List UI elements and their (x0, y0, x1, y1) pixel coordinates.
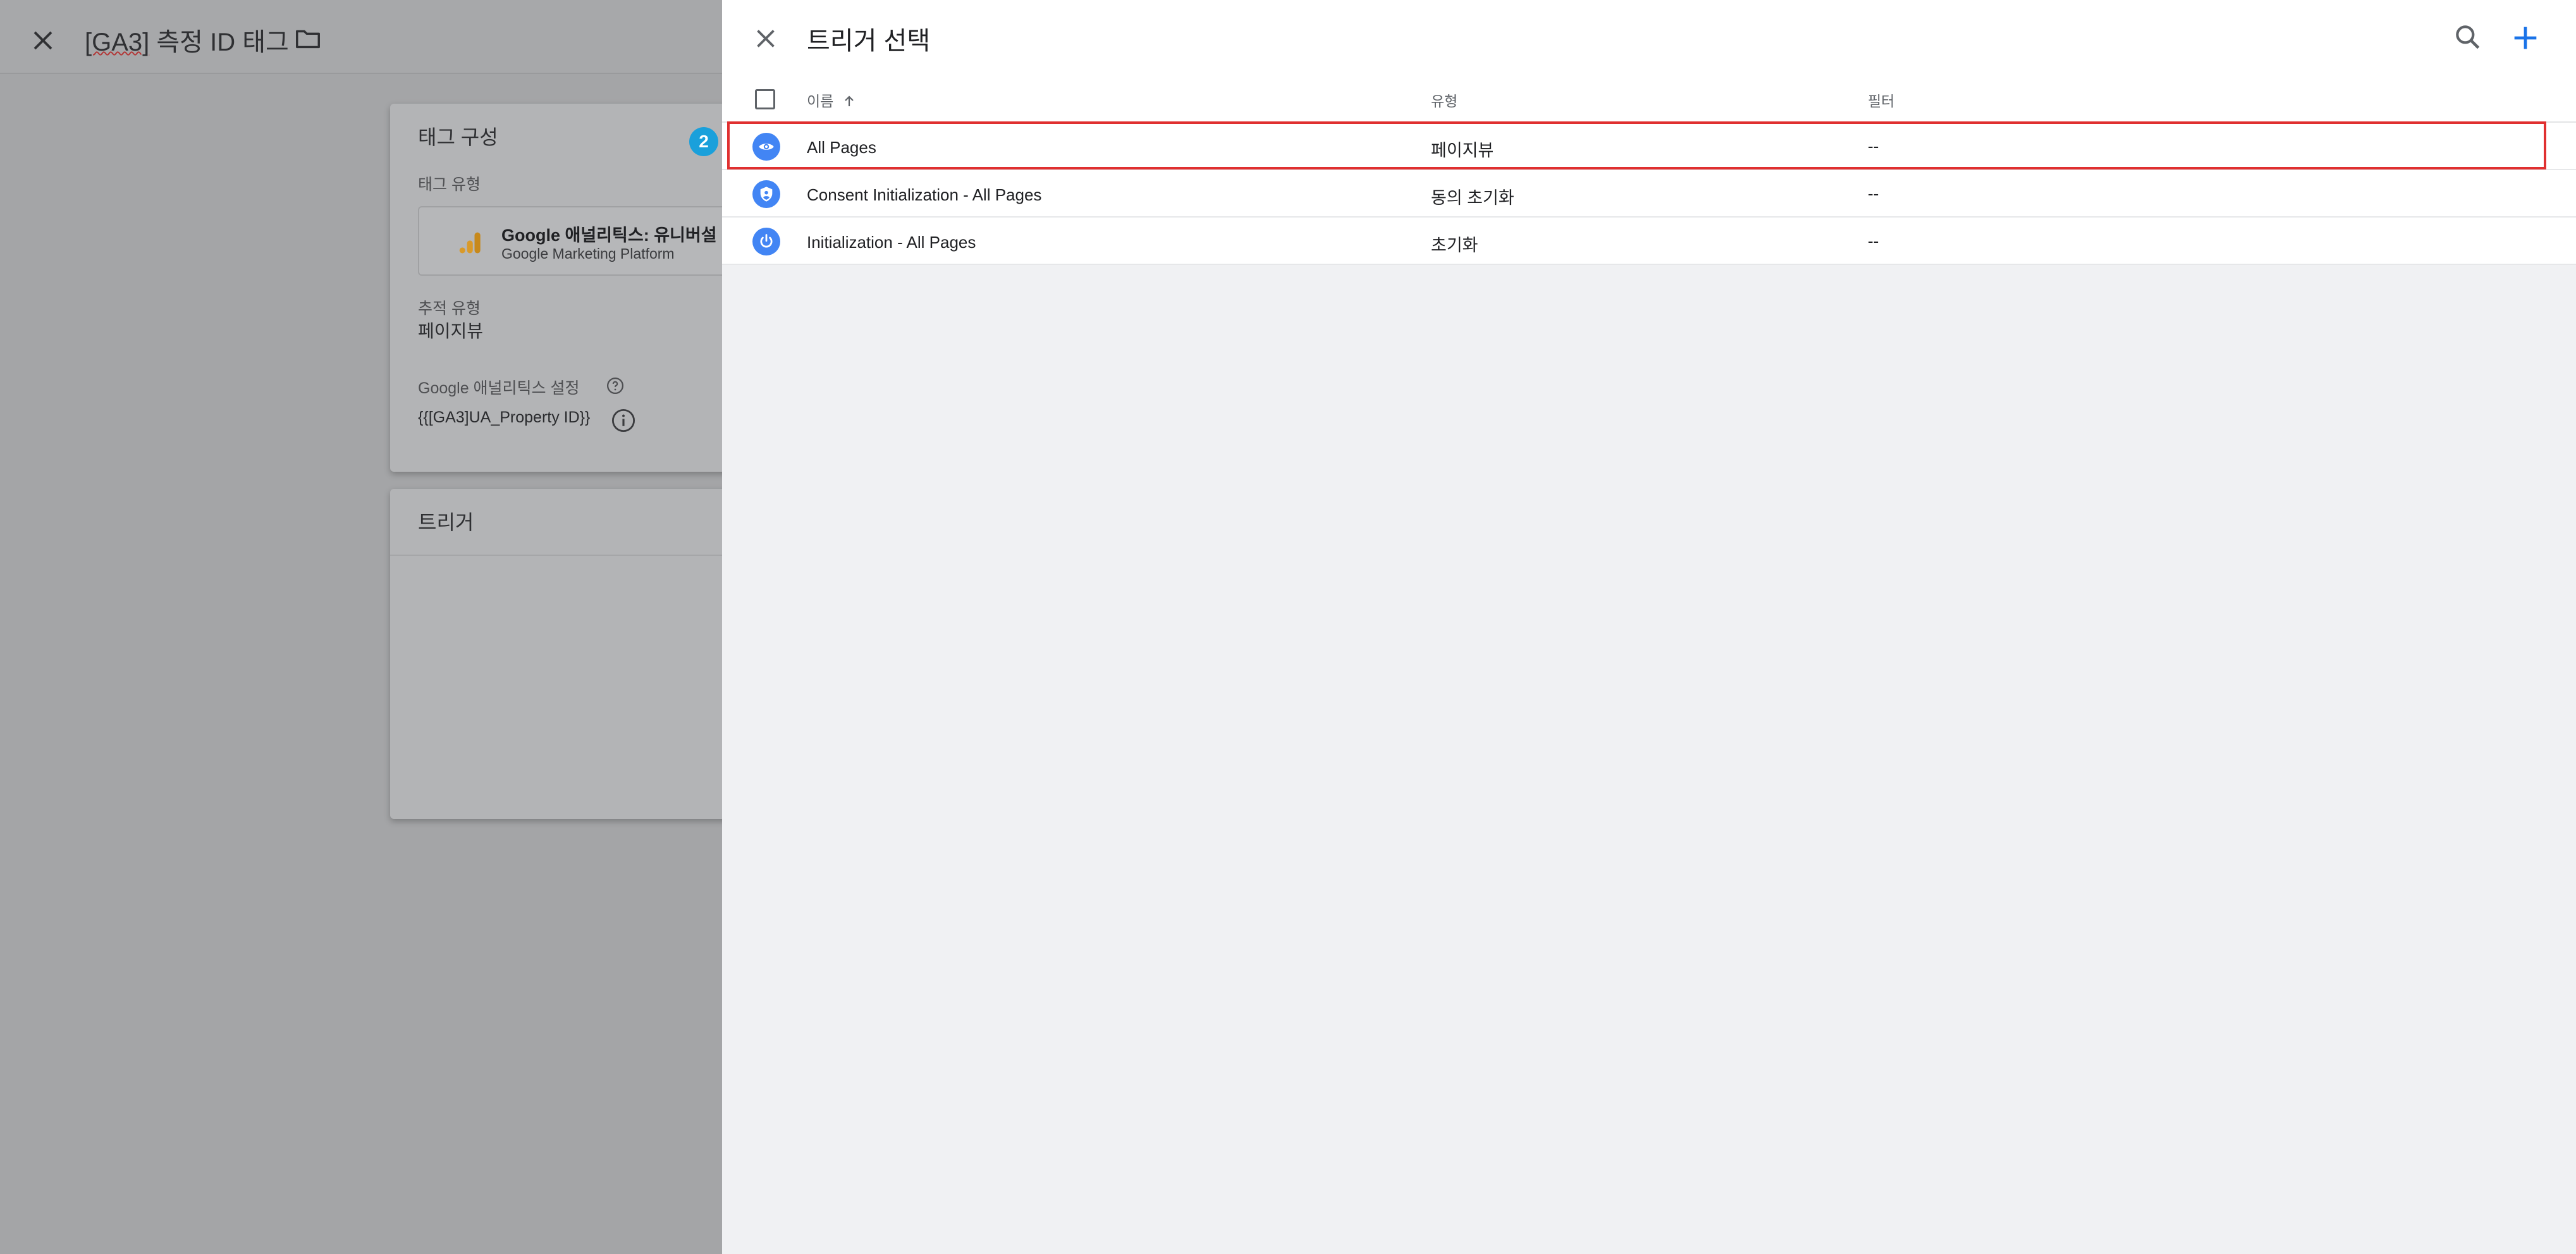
tag-type-subtitle: Google Marketing Platform (501, 245, 675, 262)
trigger-selection-panel: 트리거 선택 이름 유형 필터 All Pages 페이지뷰 -- Consen… (722, 0, 2576, 1254)
panel-title: 트리거 선택 (807, 27, 931, 55)
shield-icon (752, 180, 780, 208)
column-header-name[interactable]: 이름 (807, 89, 857, 111)
tag-editor-background: [GA3] 측정 ID 태그 태그 구성 태그 유형 Google 애널리틱스:… (0, 0, 722, 1254)
column-header-filter[interactable]: 필터 (1868, 89, 1894, 111)
trigger-type: 동의 초기화 (1431, 188, 1514, 207)
trigger-row-initialization[interactable]: Initialization - All Pages 초기화 -- (722, 218, 2576, 265)
add-icon[interactable] (2509, 22, 2542, 54)
close-icon[interactable] (27, 24, 59, 57)
tag-name-rest: 측정 ID 태그 (149, 28, 289, 56)
trigger-card-divider (390, 555, 722, 556)
select-all-checkbox[interactable] (755, 89, 775, 109)
panel-header: 트리거 선택 (722, 0, 2576, 74)
trigger-name: Initialization - All Pages (807, 233, 976, 252)
trigger-type: 페이지뷰 (1431, 141, 1494, 160)
info-icon[interactable] (610, 407, 637, 434)
tag-editor-header: [GA3] 측정 ID 태그 (0, 0, 722, 74)
tracking-type-label: 추적 유형 (418, 300, 481, 317)
ga-settings-label: Google 애널리틱스 설정 (418, 379, 580, 397)
tag-type-name: Google 애널리틱스: 유니버설 (501, 226, 717, 245)
trigger-filter: -- (1868, 184, 1879, 203)
trigger-row-all-pages[interactable]: All Pages 페이지뷰 -- (722, 123, 2576, 170)
help-icon[interactable] (606, 376, 625, 395)
tag-name-prefix: [GA3] (85, 28, 150, 56)
power-icon (752, 228, 780, 255)
trigger-table: 이름 유형 필터 All Pages 페이지뷰 -- Consent Initi… (722, 74, 2576, 265)
column-name-label: 이름 (807, 93, 834, 109)
eye-icon (752, 133, 780, 161)
folder-icon[interactable] (293, 24, 322, 53)
trigger-name: Consent Initialization - All Pages (807, 185, 1042, 204)
tag-configuration-card: 태그 구성 태그 유형 Google 애널리틱스: 유니버설 Google Ma… (390, 104, 722, 472)
trigger-row-consent-initialization[interactable]: Consent Initialization - All Pages 동의 초기… (722, 170, 2576, 218)
column-header-type[interactable]: 유형 (1431, 89, 1457, 111)
tag-type-selector[interactable]: Google 애널리틱스: 유니버설 Google Marketing Plat… (418, 206, 722, 276)
trigger-card-title: 트리거 (418, 511, 474, 534)
trigger-card: 트리거 (390, 489, 722, 819)
table-header: 이름 유형 필터 (722, 74, 2576, 123)
trigger-filter: -- (1868, 137, 1879, 156)
close-icon[interactable] (750, 23, 782, 54)
step-number-badge: 2 (689, 127, 718, 156)
ga-settings-value: {{[GA3]UA_Property ID}} (418, 409, 591, 426)
sort-ascending-icon (844, 95, 854, 106)
trigger-name: All Pages (807, 138, 876, 157)
trigger-type: 초기화 (1431, 236, 1478, 255)
tracking-type-value: 페이지뷰 (418, 321, 484, 341)
google-analytics-icon (459, 232, 481, 254)
tag-config-title: 태그 구성 (418, 126, 498, 149)
tag-type-label: 태그 유형 (418, 176, 481, 194)
search-icon[interactable] (2452, 22, 2484, 53)
trigger-filter: -- (1868, 231, 1879, 250)
tag-name-title[interactable]: [GA3] 측정 ID 태그 (85, 22, 289, 58)
